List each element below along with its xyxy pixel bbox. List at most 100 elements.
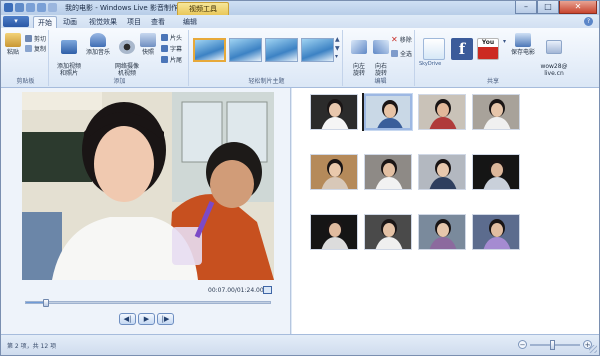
webcam-icon: [119, 40, 135, 54]
credits-button[interactable]: 片尾: [161, 55, 182, 64]
scroll-up-icon[interactable]: ▲: [335, 36, 343, 43]
zoom-slider[interactable]: [530, 339, 580, 350]
save-icon[interactable]: [15, 3, 24, 12]
zoom-control: − +: [518, 339, 592, 350]
popout-preview-icon[interactable]: [263, 286, 272, 294]
help-icon[interactable]: ?: [584, 17, 593, 26]
copy-icon: [25, 45, 32, 52]
file-menu-button[interactable]: ▾: [3, 16, 29, 27]
cut-button[interactable]: 剪切: [25, 34, 46, 43]
storyboard-clip[interactable]: [418, 154, 466, 190]
automovie-themes-group: 轻松制片主题: [191, 30, 343, 86]
storyboard-clip[interactable]: [310, 94, 358, 130]
help-area: ?: [584, 17, 593, 26]
snapshot-button[interactable]: 快照: [139, 33, 157, 56]
webcam-video-button[interactable]: 网络摄像 机视频: [113, 33, 141, 77]
close-button[interactable]: ✕: [559, 1, 597, 14]
undo-icon[interactable]: [26, 3, 35, 12]
storyboard-clip[interactable]: [472, 94, 520, 130]
share-group-label: 共享: [486, 78, 499, 85]
next-frame-button[interactable]: |▶: [157, 313, 174, 325]
theme-thumbnail[interactable]: [193, 38, 226, 62]
tab-edit[interactable]: 编辑: [179, 16, 201, 28]
window-controls: – □ ✕: [515, 1, 597, 14]
skydrive-label: SkyDrive: [419, 61, 442, 67]
previous-frame-button[interactable]: ◀|: [119, 313, 136, 325]
clip-thumbnail: [419, 215, 465, 249]
clip-thumbnail: [473, 95, 519, 129]
storyboard-clip[interactable]: [310, 214, 358, 250]
add-music-button[interactable]: 添加音乐: [84, 33, 112, 56]
snapshot-icon: [140, 33, 156, 47]
redo-icon[interactable]: [37, 3, 46, 12]
customize-icon[interactable]: [48, 3, 57, 12]
seek-bar[interactable]: [25, 299, 271, 307]
credits-icon: [161, 56, 168, 63]
clipboard-group-label: 剪贴板: [16, 78, 35, 85]
copy-button[interactable]: 复制: [25, 44, 46, 53]
skydrive-icon[interactable]: [423, 38, 445, 60]
zoom-slider-thumb[interactable]: [549, 339, 555, 350]
avatar: [546, 40, 562, 54]
app-window: 我的电影 - Windows Live 影音制作 视频工具 – □ ✕ ▾ 开始…: [0, 0, 600, 356]
ribbon-tabs: ▾ 开始 动画 视觉效果 项目 查看 编辑 ?: [1, 15, 599, 28]
select-all-button[interactable]: 全选: [391, 49, 412, 58]
window-title: 我的电影 - Windows Live 影音制作: [65, 4, 178, 12]
storyboard-clip[interactable]: [472, 154, 520, 190]
editing-group: 向左 旋转 向右 旋转 ✕ 移除 全选 编辑: [347, 30, 415, 86]
rotate-left-button[interactable]: 向左 旋转: [349, 33, 369, 77]
save-movie-button[interactable]: 保存电影: [511, 33, 535, 56]
title-button[interactable]: 片头: [161, 33, 182, 42]
seek-thumb[interactable]: [42, 299, 49, 307]
storyboard-clip[interactable]: [472, 214, 520, 250]
save-movie-icon: [515, 33, 531, 47]
caption-button[interactable]: 字幕: [161, 44, 182, 53]
title-bar: 我的电影 - Windows Live 影音制作 视频工具 – □ ✕: [1, 1, 599, 15]
clip-thumbnail: [311, 215, 357, 249]
preview-pane: 00:07.00/01:24.00 ◀| ▶ |▶: [1, 88, 291, 334]
paste-button[interactable]: 粘贴: [5, 33, 21, 56]
storyboard-clip[interactable]: [418, 214, 466, 250]
storyboard-clip[interactable]: [418, 94, 466, 130]
rotate-left-icon: [351, 40, 367, 54]
storyboard-clip[interactable]: [364, 154, 412, 190]
storyboard-clip[interactable]: [310, 154, 358, 190]
storyboard-clip[interactable]: [364, 214, 412, 250]
theme-thumbnail[interactable]: [229, 38, 262, 62]
minimize-button[interactable]: –: [515, 1, 537, 14]
clip-thumbnail: [419, 95, 465, 129]
title-icon: [161, 34, 168, 41]
tab-visual-effects[interactable]: 视觉效果: [85, 16, 121, 28]
tab-project[interactable]: 项目: [123, 16, 145, 28]
play-button[interactable]: ▶: [138, 313, 155, 325]
gallery-more-icon[interactable]: ▾: [335, 53, 343, 60]
playback-cursor[interactable]: [362, 93, 364, 131]
youtube-icon[interactable]: You: [477, 38, 499, 60]
zoom-out-button[interactable]: −: [518, 340, 527, 349]
clip-thumbnail: [473, 155, 519, 189]
account-button[interactable]: wow28@ live.cn: [539, 33, 569, 77]
share-more-icon[interactable]: ▾: [503, 38, 509, 60]
tab-animations[interactable]: 动画: [59, 16, 81, 28]
theme-thumbnail[interactable]: [265, 38, 298, 62]
app-menu-icon[interactable]: [4, 3, 13, 12]
video-preview[interactable]: [22, 92, 274, 280]
storyboard-clip[interactable]: [364, 94, 412, 130]
facebook-icon[interactable]: f: [451, 38, 473, 60]
remove-button[interactable]: ✕ 移除: [391, 35, 412, 44]
tab-view[interactable]: 查看: [147, 16, 169, 28]
add-group-label: 添加: [113, 78, 126, 85]
remove-x-icon: ✕: [391, 35, 398, 44]
clipboard-group: 粘贴 剪切 复制 剪贴板: [3, 30, 49, 86]
theme-thumbnail[interactable]: [301, 38, 334, 62]
scroll-down-icon[interactable]: ▼: [335, 45, 343, 52]
video-tools-contextual-tab[interactable]: 视频工具: [177, 2, 229, 15]
add-videos-photos-button[interactable]: 添加视频 和照片: [55, 33, 83, 77]
resize-grip[interactable]: [589, 345, 597, 353]
scissors-icon: [25, 35, 32, 42]
rotate-right-button[interactable]: 向右 旋转: [371, 33, 391, 77]
maximize-button[interactable]: □: [537, 1, 559, 14]
editing-group-label: 编辑: [374, 78, 387, 85]
tab-home[interactable]: 开始: [33, 16, 57, 28]
time-display: 00:07.00/01:24.00: [208, 287, 264, 294]
